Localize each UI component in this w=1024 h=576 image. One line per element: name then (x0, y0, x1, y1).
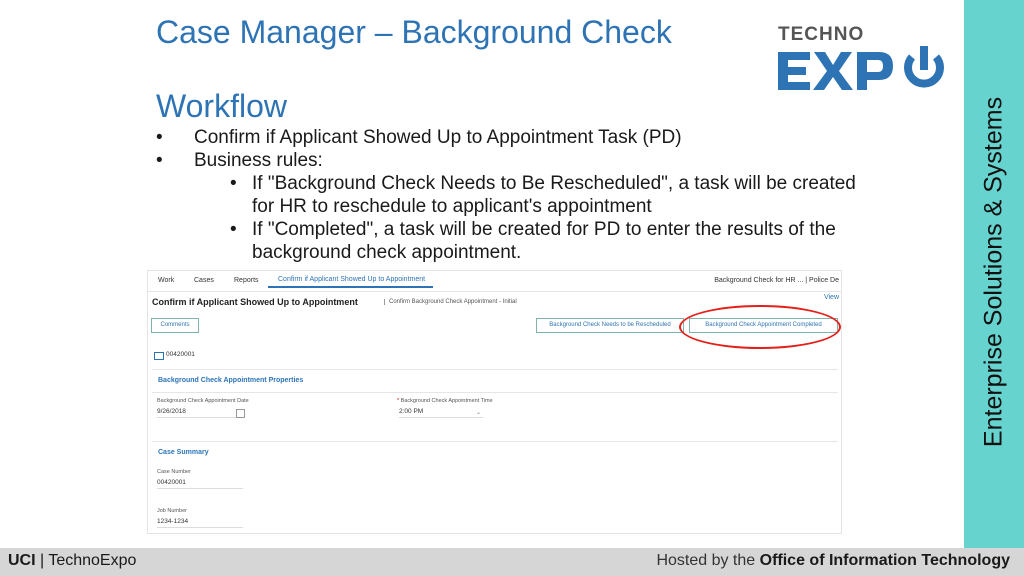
required-marker: * (397, 398, 400, 404)
nav-cases[interactable]: Cases (194, 277, 214, 284)
bullet-list: • Confirm if Applicant Showed Up to Appo… (156, 126, 856, 264)
footer-bar: UCI | TechnoExpo Hosted by the Office of… (0, 548, 1024, 576)
hosted-by-text: Hosted by the (656, 552, 756, 569)
bullet-marker: • (230, 173, 237, 194)
bullet-item: • Confirm if Applicant Showed Up to Appo… (156, 126, 856, 149)
case-summary-heading: Case Summary (158, 449, 209, 456)
properties-heading: Background Check Appointment Properties (158, 377, 304, 384)
logo-techno-text: TECHNO (778, 24, 865, 45)
case-number-value: 00420001 (157, 479, 243, 489)
case-id[interactable]: 00420001 (166, 351, 195, 358)
job-number-value: 1234-1234 (157, 518, 243, 528)
footer-right: Hosted by the Office of Information Tech… (656, 552, 1010, 570)
date-label: Background Check Appointment Date (157, 398, 249, 404)
view-link[interactable]: View (824, 294, 839, 301)
bullet-marker: • (156, 150, 163, 171)
task-subtitle: Confirm Background Check Appointment - I… (384, 299, 517, 305)
bullet-marker: • (156, 127, 163, 148)
nav-work[interactable]: Work (158, 277, 174, 284)
divider (152, 392, 838, 393)
sub-bullet-item: • If "Background Check Needs to Be Resch… (230, 172, 856, 218)
bullet-item: • Business rules: (156, 149, 856, 172)
task-title: Confirm if Applicant Showed Up to Appoin… (152, 297, 358, 307)
date-field[interactable]: 9/26/2018 (157, 408, 245, 418)
tab-active-task[interactable]: Confirm if Applicant Showed Up to Appoin… (268, 271, 434, 288)
footer-separator: | (40, 552, 45, 569)
oit-name: Office of Information Technology (759, 552, 1010, 569)
time-label: * Background Check Appointment Time (397, 398, 493, 404)
sub-bullet-text: If "Completed", a task will be created f… (252, 219, 836, 263)
chevron-down-icon[interactable]: ⌄ (476, 409, 481, 416)
sub-bullet-item: • If "Completed", a task will be created… (230, 218, 856, 264)
section-title: Workflow (156, 88, 287, 124)
highlight-circle (679, 305, 841, 349)
sub-bullet-text: If "Background Check Needs to Be Resched… (252, 173, 856, 217)
divider (152, 441, 838, 442)
time-label-text: Background Check Appointment Time (400, 398, 493, 404)
calendar-icon[interactable] (236, 409, 245, 418)
task-tab-label: Confirm if Applicant Showed Up to Appoin… (278, 276, 426, 283)
bullet-marker: • (230, 219, 237, 240)
folder-icon (154, 352, 164, 360)
footer-left: UCI | TechnoExpo (8, 552, 136, 570)
reschedule-button[interactable]: Background Check Needs to be Rescheduled (536, 318, 684, 333)
time-field[interactable]: 2:00 PM (399, 408, 483, 418)
techno-expo-logo: TECHNO (776, 24, 952, 92)
comments-button[interactable]: Comments (151, 318, 199, 333)
nav-open-cases[interactable]: Background Check for HR ... | Police De (714, 277, 839, 284)
app-nav-bar: Work Cases Reports Confirm if Applicant … (148, 271, 841, 292)
slide-title: Case Manager – Background Check (156, 14, 672, 50)
job-number-label: Job Number (157, 508, 187, 514)
uci-label: UCI (8, 552, 36, 569)
sidebar-label: Enterprise Solutions & Systems (979, 96, 1008, 448)
bullet-text: Confirm if Applicant Showed Up to Appoin… (194, 127, 682, 148)
case-number-label: Case Number (157, 469, 191, 475)
technoexpo-label: TechnoExpo (48, 552, 137, 569)
nav-reports[interactable]: Reports (234, 277, 259, 284)
bullet-text: Business rules: (194, 150, 323, 171)
logo-expo-mark (778, 46, 944, 90)
divider (152, 369, 838, 370)
